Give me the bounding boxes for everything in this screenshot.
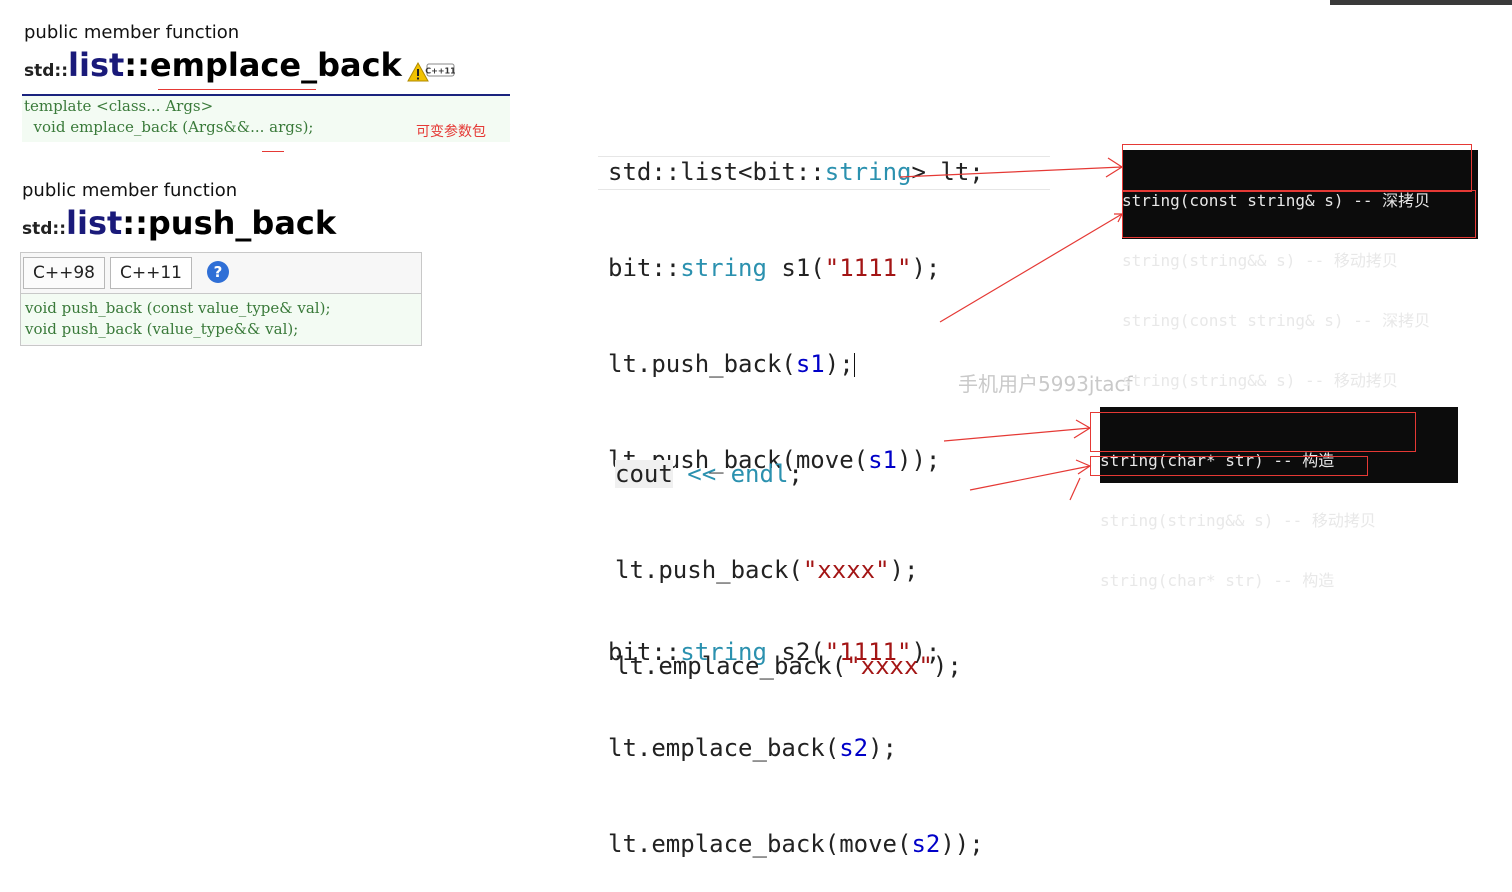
- arrow: [939, 213, 1123, 323]
- arrow: [969, 465, 1091, 491]
- arrow: [899, 166, 1123, 178]
- console-line: string(string&& s) -- 移动拷贝: [1100, 511, 1376, 530]
- arrow: [1069, 477, 1081, 501]
- arrow: [943, 427, 1091, 442]
- code-line: lt.emplace_back("xxxx");: [615, 652, 962, 680]
- code-line: lt.emplace_back(s2);: [608, 734, 897, 762]
- code-line: lt.emplace_back(move(s2));: [608, 830, 984, 858]
- annotation-arrows: [899, 157, 1124, 501]
- console-line: string(char* str) -- 构造: [1100, 571, 1335, 590]
- code-line: lt.push_back("xxxx");: [615, 556, 919, 584]
